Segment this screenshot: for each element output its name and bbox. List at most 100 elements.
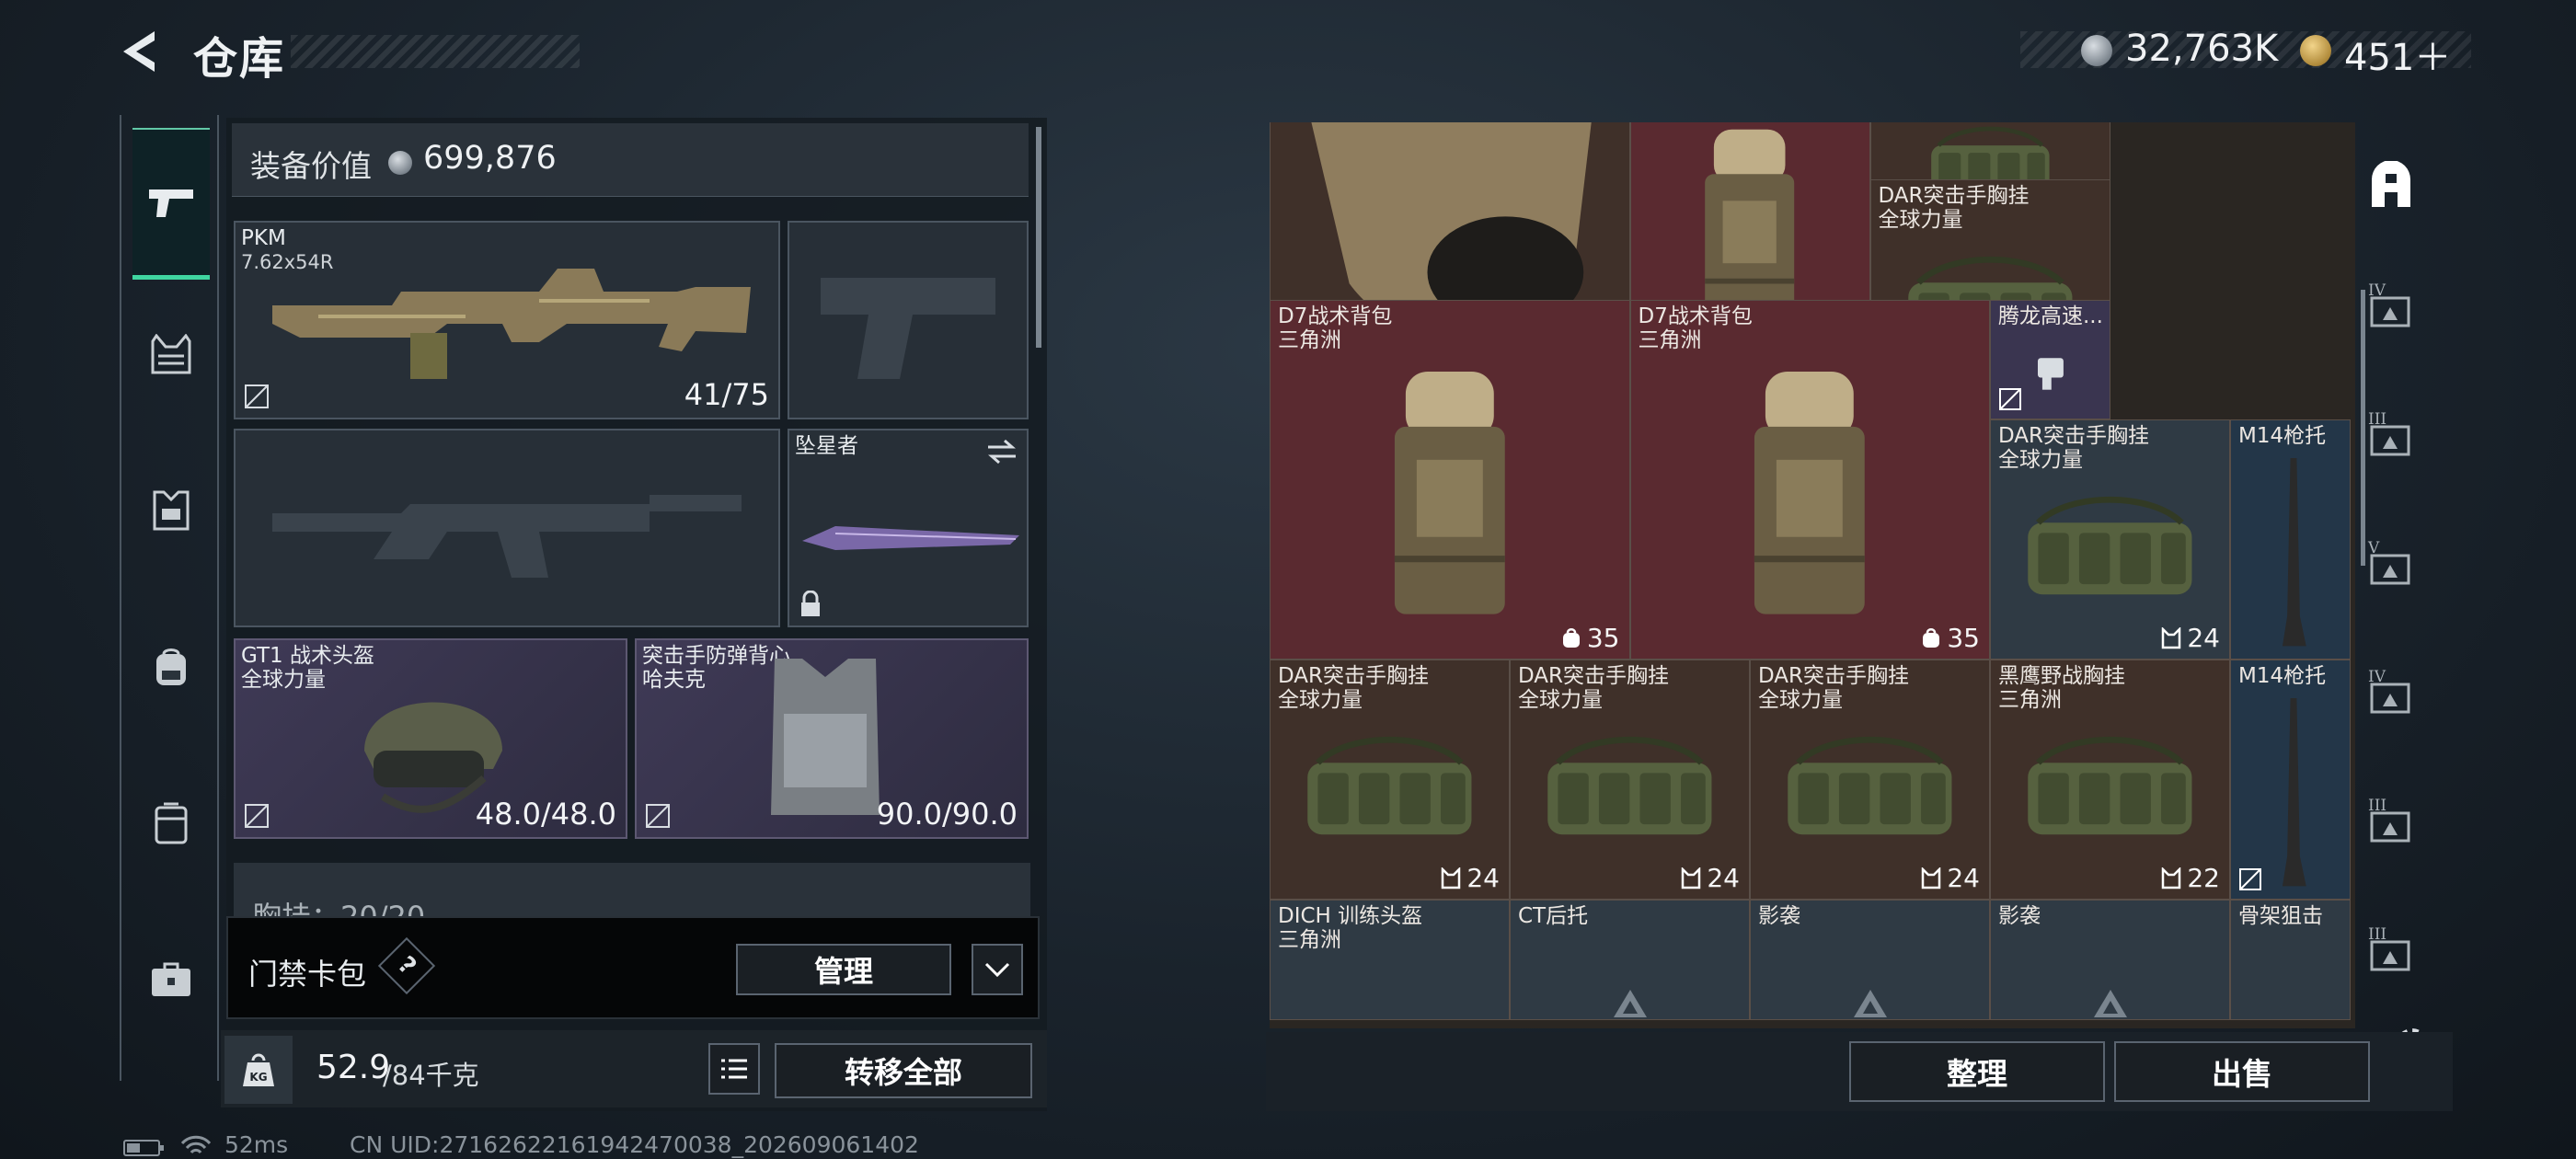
item-value: 35 — [1947, 623, 1980, 653]
melee-name: 坠星者 — [795, 434, 858, 458]
pistol-slot[interactable] — [788, 221, 1029, 419]
briefcase-icon — [152, 962, 190, 996]
item-image — [2231, 660, 2350, 899]
rail-tier-filter[interactable]: IV — [2366, 281, 2416, 335]
equip-value-label: 装备价值 — [250, 148, 372, 184]
grid-item[interactable]: M14枪托 — [2230, 660, 2351, 900]
uninsured-icon — [646, 804, 670, 828]
rail-backpack[interactable] — [134, 630, 208, 704]
rail-chest-rig[interactable] — [134, 317, 208, 391]
item-title: DAR突击手胸挂 — [1878, 184, 2030, 208]
swap-icon[interactable] — [984, 438, 1019, 465]
grid-item[interactable]: D7战术背包 三角洲 35 — [1629, 299, 1990, 660]
item-count: 24 — [1921, 863, 1980, 893]
rail-case[interactable] — [134, 943, 208, 1016]
weight-max: /84千克 — [383, 1060, 479, 1091]
item-title: D7战术背包 — [1278, 304, 1393, 328]
grid-item[interactable]: 骨架狙击 — [2230, 900, 2351, 1020]
rail-tier-filter[interactable]: V — [2366, 539, 2416, 592]
item-origin: 全球力量 — [1878, 208, 1963, 232]
keycard-label: 门禁卡包 — [248, 957, 367, 992]
grid-item[interactable]: DAR突击手胸挂全球力量 24 — [1990, 419, 2230, 660]
primary-weapon-slot[interactable]: PKM 7.62x54R 41/75 — [234, 221, 780, 419]
grid-scrollbar[interactable] — [2361, 290, 2365, 566]
item-image — [1631, 301, 1990, 660]
grid-item[interactable]: M14枪托 — [2230, 419, 2351, 660]
chest-rig-header: 胸挂：20/20 — [234, 863, 1030, 918]
weapon-durability: 41/75 — [684, 377, 769, 412]
item-origin: 全球力量 — [1518, 688, 1603, 712]
item-image — [2231, 420, 2350, 659]
chest-rig-icon — [1921, 866, 1941, 889]
vest-image — [771, 659, 880, 815]
help-icon[interactable]: ? — [377, 936, 436, 995]
grid-item[interactable]: 腾龙高速... — [1990, 299, 2110, 419]
keycard-dropdown[interactable] — [972, 944, 1023, 995]
item-origin: 三角洲 — [1998, 688, 2062, 712]
item-name: D7战术背包 三角洲 — [1278, 304, 1392, 352]
pistol-icon — [149, 189, 193, 217]
grid-item[interactable]: 影袭 — [1990, 900, 2230, 1020]
inventory-grid[interactable]: 67.0/67.04524DAR突击手胸挂全球力量24D7战术背包三角洲35D7… — [1270, 122, 2355, 1028]
item-value: 24 — [1947, 863, 1980, 893]
currency-gold[interactable]: 451＋ — [2344, 28, 2451, 81]
wifi-icon — [180, 1135, 212, 1154]
grid-item[interactable]: 影袭 — [1750, 900, 1990, 1020]
armor-durability: 90.0/90.0 — [876, 797, 1018, 832]
item-name: D7战术背包 三角洲 — [1639, 304, 1753, 352]
item-name: DAR突击手胸挂 全球力量 — [1758, 664, 1909, 712]
melee-slot[interactable]: 坠星者 — [788, 429, 1029, 627]
manage-button[interactable]: 管理 — [736, 944, 951, 995]
item-value: 24 — [1707, 863, 1740, 893]
armor-slot[interactable]: 突击手防弹背心 哈夫克 90.0/90.0 — [635, 638, 1029, 839]
rail-tier-filter[interactable]: III — [2366, 797, 2416, 850]
item-name: 黑鹰野战胸挂 三角洲 — [1998, 664, 2125, 712]
weight-bar: KG 52.9 /84千克 转移全部 — [221, 1030, 1047, 1107]
item-count: 35 — [1921, 623, 1980, 653]
back-arrow-icon[interactable] — [118, 28, 162, 75]
list-view-button[interactable] — [708, 1043, 760, 1095]
grid-item[interactable]: D7战术背包 三角洲 35 — [1270, 299, 1630, 660]
rail-tier-filter[interactable]: III — [2366, 410, 2416, 464]
sell-button[interactable]: 出售 — [2114, 1041, 2370, 1102]
helmet-slot[interactable]: GT1 战术头盔 全球力量 48.0/48.0 — [234, 638, 627, 839]
home-icon — [2372, 161, 2410, 207]
rail-armor[interactable] — [134, 474, 208, 547]
rail-home[interactable] — [2366, 161, 2416, 211]
rifle-silhouette-icon — [272, 495, 742, 578]
armor-icon — [153, 490, 190, 531]
tier-label: III — [2368, 925, 2387, 944]
page-title: 仓库 — [193, 33, 286, 85]
item-name: 腾龙高速... — [1998, 304, 2103, 328]
kg-weight-icon: KG — [243, 1053, 274, 1086]
grid-item[interactable]: CT后托 — [1510, 900, 1750, 1020]
chest-rig-capacity: 胸挂：20/20 — [252, 900, 426, 918]
transfer-all-button[interactable]: 转移全部 — [775, 1043, 1032, 1098]
item-count: 24 — [1441, 863, 1500, 893]
grid-item[interactable]: DAR突击手胸挂全球力量 24 — [1270, 660, 1510, 900]
tier-label: III — [2368, 797, 2387, 815]
equip-value: 699,876 — [423, 140, 557, 177]
item-title: DAR突击手胸挂 — [1998, 424, 2150, 448]
grid-item[interactable]: 黑鹰野战胸挂 三角洲 22 — [1990, 660, 2230, 900]
item-origin: 全球力量 — [1758, 688, 1843, 712]
item-title: M14枪托 — [2238, 424, 2327, 448]
chest-rig-icon — [151, 334, 191, 374]
rail-weapons[interactable] — [132, 128, 210, 280]
rail-tier-filter[interactable]: IV — [2366, 668, 2416, 721]
sort-button[interactable]: 整理 — [1849, 1041, 2105, 1102]
grid-item[interactable]: DICH 训练头盔 三角洲 — [1270, 900, 1510, 1020]
rail-tier-filter[interactable]: III — [2366, 925, 2416, 979]
grid-item[interactable]: DAR突击手胸挂全球力量 24 — [1510, 660, 1750, 900]
pouch-icon — [155, 802, 188, 844]
filter-rail: IV III V IV III III — [2361, 124, 2416, 998]
loadout-panel: 装备价值 699,876 PKM 7.62x54R 41/75 坠星者 GT1 战… — [221, 118, 1047, 1111]
tier-label: IV — [2368, 668, 2386, 686]
ping-text: 52ms — [224, 1131, 289, 1158]
backpack-icon — [1561, 627, 1581, 649]
scrollbar[interactable] — [1036, 127, 1041, 348]
secondary-weapon-slot[interactable] — [234, 429, 780, 627]
rail-pouch[interactable] — [134, 786, 208, 860]
grid-item[interactable]: DAR突击手胸挂全球力量 24 — [1750, 660, 1990, 900]
item-value: 24 — [2187, 623, 2220, 653]
